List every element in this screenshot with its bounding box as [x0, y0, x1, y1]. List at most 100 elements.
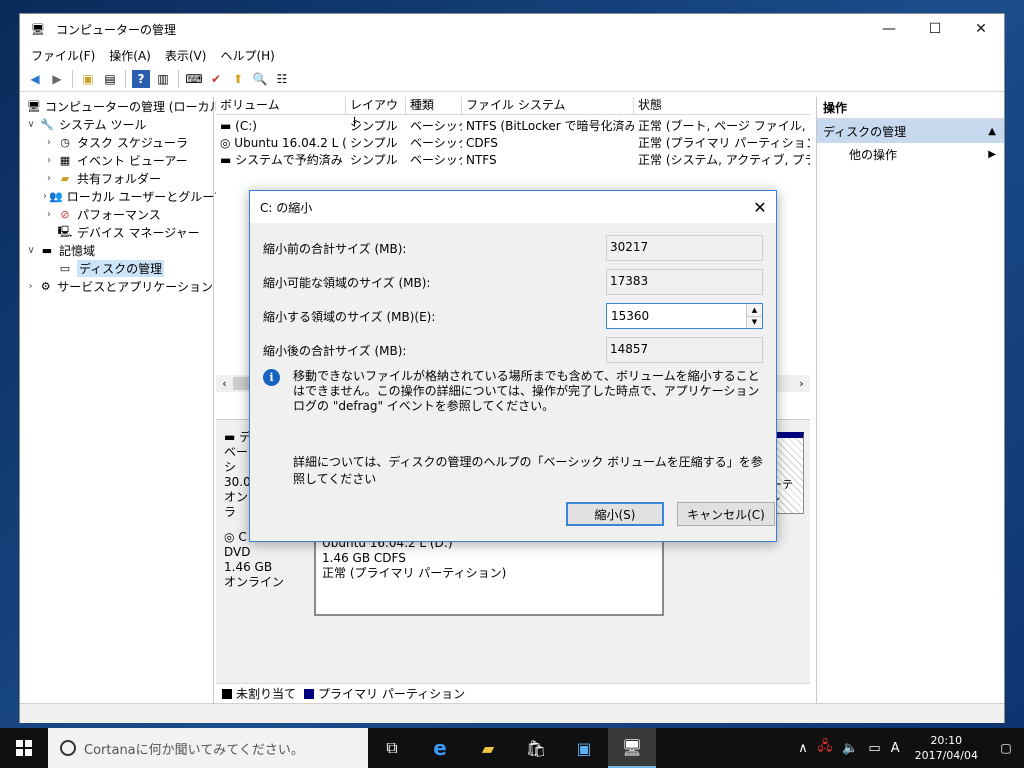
legend-unallocated: 未割り当て [236, 687, 297, 701]
shrink-amount-input[interactable] [607, 304, 746, 328]
volume-type: ベーシック [410, 153, 462, 167]
action-other-operations[interactable]: 他の操作 ▶ [817, 143, 1004, 165]
table-row[interactable]: ▬ システムで予約済み シンプル ベーシック NTFS 正常 (システム, アク… [216, 151, 810, 168]
info-icon: i [263, 369, 280, 386]
performance-icon: ⊘ [60, 207, 70, 221]
close-button[interactable]: ✕ [958, 14, 1004, 44]
cdrom-info[interactable]: ◎ C DVD 1.46 GB オンライン [224, 530, 314, 610]
chevron-right-icon[interactable]: › [43, 209, 55, 220]
chevron-right-icon[interactable]: › [43, 191, 47, 202]
maximize-button[interactable]: ☐ [912, 14, 958, 44]
tree-performance[interactable]: › ⊘ パフォーマンス [21, 205, 213, 223]
scroll-left-icon[interactable]: ‹ [216, 377, 233, 390]
tree-root[interactable]: 🖥 コンピューターの管理 (ローカル) [21, 97, 226, 115]
menu-help[interactable]: ヘルプ(H) [213, 45, 281, 66]
cortana-search-box[interactable]: Cortanaに何か聞いてみてください。 [48, 728, 368, 768]
chevron-right-icon[interactable]: › [43, 155, 55, 166]
volume-name: システムで予約済み [235, 153, 343, 167]
tree-event-viewer[interactable]: › ▦ イベント ビューアー [21, 151, 213, 169]
chevron-down-icon[interactable]: ∨ [25, 119, 37, 130]
disk-size: 1.46 GB [224, 560, 273, 574]
chevron-up-icon[interactable]: ∧ [793, 741, 813, 756]
chevron-right-icon[interactable]: › [25, 281, 36, 292]
status-bar [20, 703, 1004, 723]
chevron-right-icon[interactable]: › [43, 137, 55, 148]
tree-services-apps[interactable]: › ⚙ サービスとアプリケーション [21, 277, 213, 295]
shrink-amount-stepper[interactable]: ▲ ▼ [606, 303, 763, 329]
actions-section-disk-management[interactable]: ディスクの管理 ▲ [817, 119, 1004, 143]
network-icon[interactable]: 🖧 [813, 737, 838, 759]
start-button[interactable] [0, 728, 48, 768]
total-before-value: 30217 [606, 235, 763, 261]
action-center-msg-icon[interactable]: ▭ [863, 741, 885, 756]
cancel-button[interactable]: キャンセル(C) [677, 502, 775, 526]
show-hide-action-pane-icon[interactable]: ▥ [154, 70, 172, 88]
computer-management-taskbar-icon[interactable]: 🖥 [608, 728, 656, 768]
cd-volume-box[interactable]: Ubuntu 16.04.2 L (D:) 1.46 GB CDFS 正常 (プ… [314, 532, 664, 616]
table-row[interactable]: ▬ (C:) シンプル ベーシック NTFS (BitLocker で暗号化済み… [216, 117, 810, 134]
column-header-layout[interactable]: レイアウト [346, 97, 406, 129]
spin-down-icon[interactable]: ▼ [747, 315, 762, 328]
column-header-volume[interactable]: ボリューム [216, 97, 346, 114]
store-icon[interactable]: 🛍 [512, 728, 560, 768]
edge-browser-icon[interactable]: e [416, 728, 464, 768]
clock-icon: ◷ [60, 135, 70, 149]
dialog-title-bar[interactable]: C: の縮小 ✕ [250, 191, 776, 223]
shrink-button[interactable]: 縮小(S) [566, 502, 664, 526]
chevron-down-icon[interactable]: ∨ [25, 245, 37, 256]
actions-pane: 操作 ディスクの管理 ▲ 他の操作 ▶ [816, 97, 1004, 703]
folder-up-icon[interactable]: ⬆ [229, 70, 247, 88]
table-row[interactable]: ◎ Ubuntu 16.04.2 L (D:) シンプル ベーシック CDFS … [216, 134, 810, 151]
cd-volume-size: 1.46 GB CDFS [322, 551, 406, 565]
connect-drive-icon[interactable]: ⌨ [185, 70, 203, 88]
chevron-right-icon[interactable]: › [43, 173, 55, 184]
title-bar[interactable]: 🖥 コンピューターの管理 — ☐ ✕ [20, 14, 1004, 44]
file-explorer-icon[interactable]: ▰ [464, 728, 512, 768]
search-folder-icon[interactable]: 🔍 [251, 70, 269, 88]
menu-view[interactable]: 表示(V) [158, 45, 214, 66]
help-icon[interactable]: ? [132, 69, 150, 88]
remote-desktop-icon[interactable]: ▣ [560, 728, 608, 768]
tree-storage[interactable]: ∨ ▬ 記憶域 [21, 241, 213, 259]
menu-action[interactable]: 操作(A) [102, 45, 158, 66]
volume-type: ベーシック [410, 136, 462, 150]
services-icon: ⚙ [40, 279, 51, 293]
tree-device-manager[interactable]: 🖳 デバイス マネージャー [21, 223, 213, 241]
column-header-filesystem[interactable]: ファイル システム [462, 97, 634, 114]
computer-management-icon: 🖥 [31, 22, 45, 36]
back-arrow-icon[interactable]: ◀ [26, 70, 44, 88]
notification-icon[interactable]: ▢ [988, 741, 1024, 755]
column-header-type[interactable]: 種類 [406, 97, 462, 114]
tree-system-tools[interactable]: ∨ 🔧 システム ツール [21, 115, 213, 133]
volume-icon[interactable]: 🔈 [837, 741, 863, 756]
volume-type: ベーシック [410, 119, 462, 133]
show-hide-tree-icon[interactable]: ▤ [101, 70, 119, 88]
task-view-icon[interactable]: ⧉ [368, 728, 416, 768]
scroll-right-icon[interactable]: › [793, 377, 810, 390]
help-message: 詳細については、ディスクの管理のヘルプの「ベーシック ボリュームを圧縮する」を参… [293, 455, 763, 486]
tree-task-scheduler[interactable]: › ◷ タスク スケジューラ [21, 133, 213, 151]
dialog-close-icon[interactable]: ✕ [744, 198, 776, 217]
ime-indicator[interactable]: A [886, 741, 905, 756]
tree-disk-management[interactable]: ▭ ディスクの管理 [21, 259, 213, 277]
forward-arrow-icon[interactable]: ▶ [48, 70, 66, 88]
shrink-amount-label: 縮小する領域のサイズ (MB)(E): [263, 309, 436, 324]
shared-folder-icon: ▰ [60, 171, 70, 185]
properties-icon[interactable]: ☷ [273, 70, 291, 88]
collapse-up-icon[interactable]: ▲ [988, 126, 996, 137]
column-header-status[interactable]: 状態 [634, 97, 810, 114]
toolbar-separator [125, 69, 126, 88]
cortana-icon [60, 740, 76, 756]
spin-up-icon[interactable]: ▲ [747, 304, 762, 316]
check-icon[interactable]: ✔ [207, 70, 225, 88]
clock[interactable]: 20:10 2017/04/04 [905, 733, 988, 763]
menu-file[interactable]: ファイル(F) [24, 45, 102, 66]
volume-filesystem: NTFS [466, 152, 497, 167]
drive-icon: ▬ [220, 153, 236, 167]
up-folder-icon[interactable]: ▣ [79, 70, 97, 88]
tree-local-users[interactable]: › 👥 ローカル ユーザーとグループ [21, 187, 226, 205]
cd-volume-status: 正常 (プライマリ パーティション) [322, 566, 507, 580]
toolbar: ◀ ▶ ▣ ▤ ? ▥ ⌨ ✔ ⬆ 🔍 ☷ [20, 66, 1004, 92]
tree-shared-folders[interactable]: › ▰ 共有フォルダー [21, 169, 213, 187]
minimize-button[interactable]: — [866, 14, 912, 44]
